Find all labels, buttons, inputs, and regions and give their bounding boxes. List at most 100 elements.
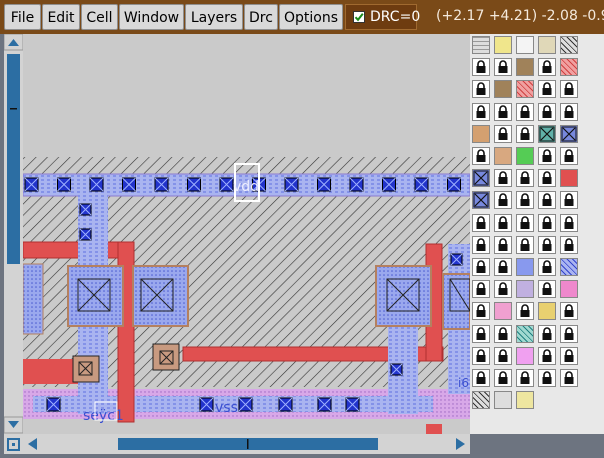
lock-icon[interactable] <box>494 235 512 254</box>
blue-cross-icon[interactable] <box>560 124 578 143</box>
lock-icon[interactable] <box>560 191 578 210</box>
dot-tile-icon[interactable] <box>494 391 512 410</box>
lock-icon[interactable] <box>494 346 512 365</box>
lock-icon[interactable] <box>538 58 556 77</box>
lock-icon[interactable] <box>494 191 512 210</box>
zoom-fit-button[interactable] <box>4 434 23 454</box>
grid-icon[interactable] <box>472 36 490 54</box>
lock-icon[interactable] <box>494 369 512 387</box>
menu-window[interactable]: Window <box>119 4 184 30</box>
lock-icon[interactable] <box>538 280 556 299</box>
lock-icon[interactable] <box>494 169 512 188</box>
lock-icon[interactable] <box>560 80 578 99</box>
blue-hatch-tile-icon[interactable] <box>560 258 578 276</box>
lock-icon[interactable] <box>472 324 490 343</box>
vertical-scrollbar[interactable] <box>4 34 23 434</box>
magenta-dot-tile-icon[interactable] <box>516 346 534 365</box>
outline-tile-icon[interactable] <box>516 36 534 54</box>
lock-icon[interactable] <box>516 102 534 121</box>
lock-icon[interactable] <box>516 369 534 387</box>
pink-dot-tile-icon[interactable] <box>494 302 512 321</box>
pale-yellow-tile-icon[interactable] <box>516 391 534 410</box>
lock-icon[interactable] <box>494 58 512 77</box>
lock-icon[interactable] <box>494 102 512 121</box>
lock-icon[interactable] <box>516 302 534 321</box>
brown-tile-icon[interactable] <box>516 58 534 77</box>
lock-icon[interactable] <box>472 80 490 99</box>
lock-icon[interactable] <box>538 346 556 365</box>
lavender-tile-icon[interactable] <box>516 280 534 299</box>
lock-icon[interactable] <box>516 213 534 232</box>
blue-cross-icon[interactable] <box>472 169 490 188</box>
lock-icon[interactable] <box>494 324 512 343</box>
lock-icon[interactable] <box>538 191 556 210</box>
brown-tile-icon[interactable] <box>494 80 512 99</box>
lock-icon[interactable] <box>516 169 534 188</box>
lock-icon[interactable] <box>560 302 578 321</box>
lock-icon[interactable] <box>472 235 490 254</box>
yellow-tile-icon[interactable] <box>494 36 512 54</box>
lock-icon[interactable] <box>538 102 556 121</box>
lock-icon[interactable] <box>560 147 578 165</box>
blue-cross-icon[interactable] <box>472 191 490 210</box>
scroll-left-icon <box>28 438 37 450</box>
lock-icon[interactable] <box>516 124 534 143</box>
drc-checkbox[interactable] <box>353 11 365 23</box>
red-tile-icon[interactable] <box>560 169 578 188</box>
menu-file[interactable]: File <box>4 4 41 30</box>
menu-cell[interactable]: Cell <box>81 4 118 30</box>
menu-edit[interactable]: Edit <box>42 4 80 30</box>
menu-layers[interactable]: Layers <box>185 4 243 30</box>
lock-icon[interactable] <box>472 258 490 276</box>
lock-icon[interactable] <box>472 58 490 77</box>
blue-dot-tile-icon[interactable] <box>516 258 534 276</box>
tan-tile-icon[interactable] <box>472 124 490 143</box>
lock-icon[interactable] <box>516 191 534 210</box>
lock-icon[interactable] <box>538 80 556 99</box>
lock-icon[interactable] <box>538 258 556 276</box>
diag-hatch-icon[interactable] <box>472 391 490 410</box>
teal-hatch-tile-icon[interactable] <box>516 324 534 343</box>
lock-icon[interactable] <box>560 346 578 365</box>
lock-icon[interactable] <box>472 280 490 299</box>
layout-canvas[interactable]: vdd vss seÿc1 i6 <box>23 34 470 434</box>
lock-icon[interactable] <box>538 213 556 232</box>
hatch-tile-icon[interactable] <box>560 36 578 54</box>
yellow-dot-tile-icon[interactable] <box>538 302 556 321</box>
lock-icon[interactable] <box>538 147 556 165</box>
menu-options[interactable]: Options <box>279 4 343 30</box>
lock-icon[interactable] <box>538 324 556 343</box>
menu-bar: File Edit Cell Window Layers Drc Options… <box>0 0 604 34</box>
menu-drc[interactable]: Drc <box>244 4 278 30</box>
red-hatch-tile-icon[interactable] <box>516 80 534 99</box>
horizontal-scrollbar[interactable] <box>23 434 470 454</box>
lock-icon[interactable] <box>472 302 490 321</box>
lock-icon[interactable] <box>560 213 578 232</box>
lock-icon[interactable] <box>494 280 512 299</box>
teal-cross-icon[interactable] <box>538 124 556 143</box>
lock-icon[interactable] <box>494 124 512 143</box>
beige-tile-icon[interactable] <box>538 36 556 54</box>
lock-icon[interactable] <box>472 147 490 165</box>
green-dot-tile-icon[interactable] <box>516 147 534 165</box>
lock-icon[interactable] <box>538 235 556 254</box>
lock-icon[interactable] <box>494 213 512 232</box>
tan-dot-tile-icon[interactable] <box>494 147 512 165</box>
lock-icon[interactable] <box>472 102 490 121</box>
red-hatch-tile-icon[interactable] <box>560 58 578 77</box>
drc-toggle[interactable]: DRC=0 <box>345 4 420 30</box>
lock-icon[interactable] <box>538 369 556 387</box>
lock-icon[interactable] <box>472 369 490 387</box>
lock-icon[interactable] <box>472 346 490 365</box>
lock-icon[interactable] <box>494 258 512 276</box>
lock-icon[interactable] <box>472 213 490 232</box>
lock-icon[interactable] <box>538 169 556 188</box>
lock-icon[interactable] <box>516 235 534 254</box>
lock-icon[interactable] <box>560 235 578 254</box>
lock-icon[interactable] <box>560 369 578 387</box>
vdd-label: vdd <box>233 179 259 195</box>
lock-icon[interactable] <box>560 324 578 343</box>
partial-label: i6 <box>458 376 469 390</box>
lock-icon[interactable] <box>560 102 578 121</box>
pink-tile-icon[interactable] <box>560 280 578 299</box>
